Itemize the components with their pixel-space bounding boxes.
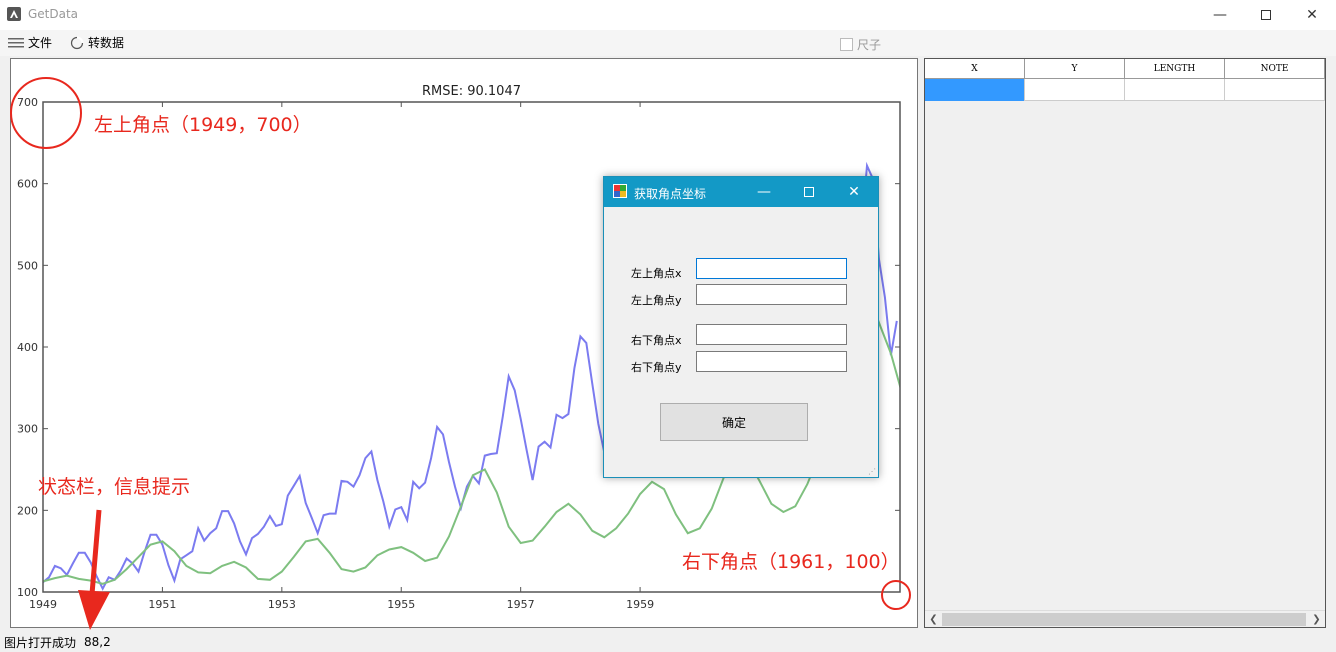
annotation-bottom-right: 右下角点（1961，100）	[682, 551, 900, 573]
app-window: GetData — ✕ 文件 转数据 尺子 100 200 300 400 50…	[0, 0, 1336, 652]
x-tick-label-1953: 1953	[268, 598, 296, 611]
title-bar: GetData — ✕	[0, 0, 1336, 30]
annotation-top-left: 左上角点（1949，700）	[94, 114, 312, 136]
dialog-title: 获取角点坐标	[634, 187, 707, 201]
menu-list-icon	[8, 37, 24, 47]
convert-icon	[70, 36, 84, 49]
maximize-icon	[1261, 10, 1271, 20]
label-bottom-right-y: 右下角点y	[631, 361, 682, 374]
data-grid: X Y LENGTH NOTE ❮ ❯	[924, 58, 1326, 628]
chart-title: RMSE: 90.1047	[422, 84, 521, 99]
y-tick-label-700: 700	[17, 96, 38, 109]
close-button[interactable]: ✕	[1289, 0, 1335, 30]
x-tick-label-1959: 1959	[626, 598, 654, 611]
ok-button[interactable]: 确定	[660, 403, 808, 441]
resize-grip-icon[interactable]: ⋰	[868, 467, 876, 476]
input-top-left-x[interactable]	[696, 258, 847, 279]
grid-cell-y[interactable]	[1025, 79, 1125, 101]
y-tick-label-400: 400	[17, 341, 38, 354]
y-tick-label-600: 600	[17, 178, 38, 191]
x-tick-label-1955: 1955	[387, 598, 415, 611]
y-tick-label-500: 500	[17, 259, 38, 272]
minimize-icon: —	[757, 184, 771, 200]
dialog-minimize-button[interactable]: —	[742, 177, 786, 207]
dialog-maximize-button[interactable]	[787, 177, 831, 207]
table-row[interactable]	[925, 79, 1325, 101]
menu-bar: 文件 转数据	[0, 30, 1336, 56]
checkbox-box[interactable]	[840, 38, 853, 51]
dialog-title-bar[interactable]: 获取角点坐标 — ✕	[604, 177, 878, 207]
grid-header-length[interactable]: LENGTH	[1125, 59, 1225, 79]
grid-header-x[interactable]: X	[925, 59, 1025, 79]
menu-convert[interactable]: 转数据	[70, 34, 124, 51]
minimize-button[interactable]: —	[1197, 0, 1243, 30]
close-icon: ✕	[1306, 7, 1318, 23]
ruler-label: 尺子	[857, 38, 882, 52]
input-bottom-right-x[interactable]	[696, 324, 847, 345]
grid-header-row: X Y LENGTH NOTE	[925, 59, 1325, 79]
annotation-status-hint: 状态栏，信息提示	[38, 476, 191, 498]
status-bar: 图片打开成功 88,2	[0, 632, 1336, 652]
y-tick-label-300: 300	[17, 423, 38, 436]
menu-file-label: 文件	[28, 36, 53, 50]
dialog-close-button[interactable]: ✕	[832, 177, 876, 207]
x-tick-label-1951: 1951	[148, 598, 176, 611]
corner-coordinates-dialog: 获取角点坐标 — ✕ 左上角点x 左上角点y 右下角点x 右下角点y 确定 ⋰	[603, 176, 879, 478]
label-top-left-y: 左上角点y	[631, 294, 682, 307]
grid-cell-x[interactable]	[925, 79, 1025, 101]
close-icon: ✕	[848, 184, 860, 200]
ruler-checkbox[interactable]: 尺子	[840, 36, 881, 53]
grid-header-y[interactable]: Y	[1025, 59, 1125, 79]
horizontal-scrollbar[interactable]: ❮ ❯	[925, 610, 1325, 627]
grid-cell-note[interactable]	[1225, 79, 1325, 101]
maximize-icon	[804, 187, 814, 197]
label-bottom-right-x: 右下角点x	[631, 334, 682, 347]
input-top-left-y[interactable]	[696, 284, 847, 305]
x-tick-label-1949: 1949	[29, 598, 57, 611]
window-title: GetData	[28, 7, 79, 21]
menu-file[interactable]: 文件	[8, 34, 52, 51]
minimize-icon: —	[1213, 7, 1227, 23]
status-message: 图片打开成功	[4, 635, 77, 650]
status-coords: 88,2	[84, 635, 111, 649]
label-top-left-x: 左上角点x	[631, 267, 682, 280]
grid-cell-length[interactable]	[1125, 79, 1225, 101]
scroll-left-icon[interactable]: ❮	[925, 612, 942, 627]
y-tick-label-200: 200	[17, 504, 38, 517]
dialog-app-icon	[613, 184, 627, 198]
app-logo-icon	[7, 7, 21, 21]
input-bottom-right-y[interactable]	[696, 351, 847, 372]
maximize-button[interactable]	[1243, 0, 1289, 30]
scroll-right-icon[interactable]: ❯	[1308, 612, 1325, 627]
scrollbar-thumb[interactable]	[942, 613, 1306, 626]
x-tick-label-1957: 1957	[507, 598, 535, 611]
grid-header-note[interactable]: NOTE	[1225, 59, 1325, 79]
menu-convert-label: 转数据	[88, 36, 125, 50]
